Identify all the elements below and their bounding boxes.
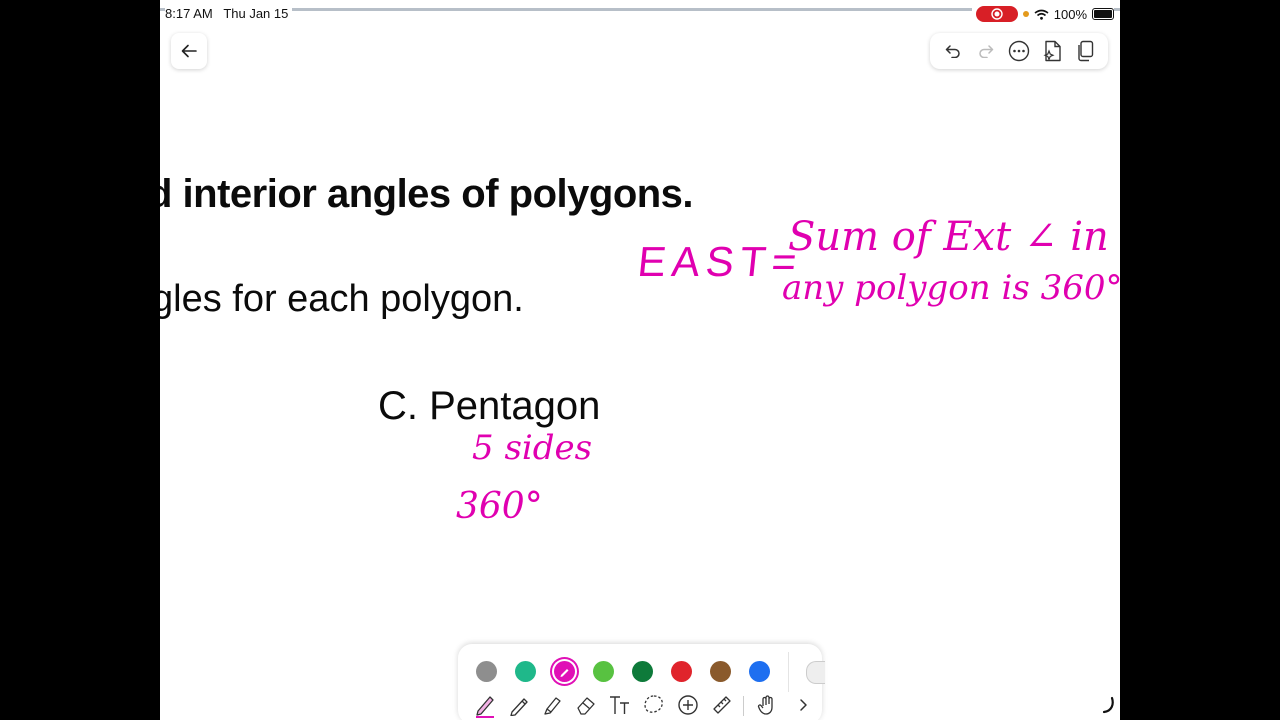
color-swatch-dark-green[interactable] <box>632 661 653 682</box>
slide-instruction: gles for each polygon. <box>160 278 524 320</box>
color-swatch-blue[interactable] <box>749 661 770 682</box>
redo-icon <box>979 45 994 58</box>
ai-assist-button[interactable] <box>1039 38 1065 64</box>
lasso-tool[interactable] <box>641 692 667 718</box>
redo-button[interactable] <box>973 38 999 64</box>
back-button[interactable] <box>171 33 207 69</box>
text-icon <box>610 696 629 714</box>
pages-icon <box>1078 40 1094 62</box>
slide-option-c: C. Pentagon <box>378 384 601 428</box>
ruler-icon <box>713 696 731 714</box>
color-swatch-gray[interactable] <box>476 661 497 682</box>
lasso-icon <box>644 695 663 713</box>
ink-degrees-text: 360° <box>456 486 543 527</box>
tool-divider <box>743 696 744 716</box>
status-date: Thu Jan 15 <box>223 6 289 21</box>
eraser-icon <box>577 697 595 715</box>
ruler-tool[interactable] <box>709 692 735 718</box>
undo-icon <box>945 45 960 58</box>
color-row <box>458 652 825 692</box>
top-toolbar <box>930 33 1108 69</box>
back-arrow-icon <box>181 44 197 58</box>
ink-polygon-text: any polygon is 360° <box>782 268 1120 308</box>
add-tool[interactable] <box>675 692 701 718</box>
more-button[interactable] <box>1006 38 1032 64</box>
ink-sides-text: 5 sides <box>472 428 593 468</box>
ink-sum-text: Sum of Ext ∠ in <box>788 214 1109 260</box>
tool-palette <box>458 644 825 720</box>
pen-icon <box>476 696 494 718</box>
battery-percent: 100% <box>1053 6 1087 22</box>
text-tool[interactable] <box>607 692 633 718</box>
color-swatch-red[interactable] <box>671 661 692 682</box>
add-icon <box>678 695 698 715</box>
undo-button[interactable] <box>940 38 966 64</box>
status-indicators: 100% <box>971 6 1114 22</box>
ai-sparkle-icon <box>1043 40 1061 62</box>
pencil-tool[interactable] <box>506 692 532 718</box>
palette-divider <box>788 652 789 692</box>
more-icon <box>1008 40 1030 62</box>
tool-row <box>458 688 822 720</box>
status-clock: 8:17 AM <box>165 6 213 21</box>
more-colors-button[interactable] <box>806 661 825 684</box>
pages-button[interactable] <box>1072 38 1098 64</box>
notes-screen: 8:17 AM Thu Jan 15 100% d interior angle… <box>160 0 1120 720</box>
highlighter-icon <box>544 697 561 715</box>
stylus-cursor-icon <box>1102 696 1114 714</box>
pencil-icon <box>510 698 528 716</box>
color-swatch-light-green[interactable] <box>593 661 614 682</box>
slide-heading: d interior angles of polygons. <box>160 172 694 216</box>
location-icon <box>1022 11 1029 17</box>
battery-icon <box>1092 8 1114 20</box>
color-swatch-brown[interactable] <box>710 661 731 682</box>
expand-tools-button[interactable] <box>790 692 816 718</box>
wifi-icon <box>1034 9 1049 20</box>
color-swatch-magenta-selected[interactable] <box>554 661 575 682</box>
hand-tool[interactable] <box>754 692 780 718</box>
pen-tool[interactable] <box>472 692 498 718</box>
eraser-tool[interactable] <box>573 692 599 718</box>
chevron-right-icon <box>800 699 807 711</box>
highlighter-tool[interactable] <box>539 692 565 718</box>
status-bar: 8:17 AM Thu Jan 15 100% <box>160 0 1120 28</box>
record-icon[interactable] <box>975 6 1018 22</box>
hand-icon <box>757 695 773 715</box>
color-swatch-teal[interactable] <box>515 661 536 682</box>
status-time: 8:17 AM Thu Jan 15 <box>165 6 293 21</box>
ink-east-label: EAST= <box>635 238 805 285</box>
pen-mini-icon <box>560 669 569 677</box>
